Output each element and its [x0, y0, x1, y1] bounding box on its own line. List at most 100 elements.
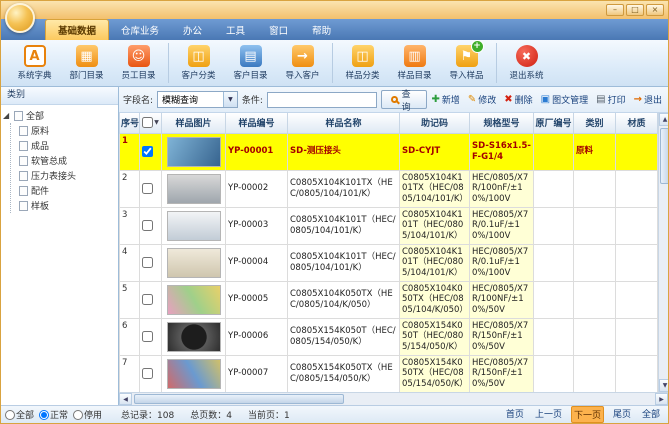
sample-image — [166, 210, 221, 241]
toolbar-button-import-sample[interactable]: 导入样品 — [441, 40, 492, 85]
field-name-label: 字段名: — [123, 96, 154, 106]
minimize-button[interactable]: – — [606, 4, 624, 16]
header-name[interactable]: 样品名称 — [287, 113, 400, 134]
page-prev-link[interactable]: 上一页 — [533, 406, 564, 423]
header-mnemonic[interactable]: 助记码 — [399, 113, 470, 134]
toolbar-separator — [496, 43, 497, 83]
tree-node-hose-assembly[interactable]: 软管总成 — [19, 153, 116, 168]
header-spec[interactable]: 规格型号 — [469, 113, 534, 134]
filter-all[interactable]: 全部 — [5, 408, 34, 421]
table-row[interactable]: 1 YP-00001 SD-测压接头 SD-CYJT SD-S16x1.5-F-… — [119, 132, 658, 171]
row-checkbox[interactable] — [142, 256, 153, 268]
tab-warehouse[interactable]: 仓库业务 — [109, 20, 171, 40]
vertical-scroll-thumb[interactable] — [660, 128, 668, 184]
scroll-left-icon[interactable]: ◀ — [119, 393, 132, 405]
tree-node-sample[interactable]: 样板 — [19, 198, 116, 213]
table-row[interactable]: 3 YP-00003 C0805X104K101T（HEC/0805/104/1… — [119, 206, 658, 245]
ribbon-toolbar: 系统字典 部门目录 员工目录 客户分类 客户目录 导入客户 样品分类 — [1, 40, 668, 87]
toolbar-button-import-customer[interactable]: 导入客户 — [277, 42, 328, 85]
tab-tools[interactable]: 工具 — [214, 20, 257, 40]
header-code[interactable]: 样品编号 — [225, 113, 288, 134]
table-row[interactable]: 7 YP-00007 C0805X154K050TX（HEC/0805/154/… — [119, 354, 658, 392]
edit-button[interactable]: ✎ 修改 — [468, 93, 496, 106]
header-image[interactable]: 样品图片 — [161, 113, 226, 134]
page-all-link[interactable]: 全部 — [640, 406, 662, 423]
sample-image — [166, 321, 221, 352]
toolbar-button-exit-system[interactable]: 退出系统 — [501, 42, 552, 85]
exit-button[interactable]: → 退出 — [634, 93, 662, 106]
tree-expander-icon[interactable]: ◢ — [3, 111, 11, 120]
table-row[interactable]: 6 YP-00006 C0805X154K050T（HEC/0805/154/0… — [119, 317, 658, 356]
chevron-down-icon[interactable]: ▼ — [222, 92, 237, 107]
search-button[interactable]: 查询 — [380, 90, 428, 113]
toolbar-button-customer-category[interactable]: 客户分类 — [173, 42, 224, 85]
tree-node-finished-goods[interactable]: 成品 — [19, 138, 116, 153]
current-page: 当前页：1 — [247, 411, 290, 421]
scroll-up-icon[interactable]: ▲ — [659, 113, 668, 126]
vertical-scrollbar[interactable]: ▲ ▼ — [658, 113, 668, 392]
horizontal-scroll-thumb[interactable] — [134, 394, 344, 404]
field-select-value: 模糊查询 — [162, 96, 199, 106]
node-icon — [19, 140, 28, 151]
toolbar-button-sample-directory[interactable]: 样品目录 — [389, 42, 440, 85]
delete-icon: ✖ — [504, 93, 513, 105]
add-button[interactable]: ✚ 新增 — [431, 93, 459, 106]
tree-node-root[interactable]: ◢ 全部 — [3, 108, 116, 123]
header-select-all[interactable]: ▼ — [139, 113, 162, 134]
page-last-link[interactable]: 尾页 — [611, 406, 633, 423]
header-category[interactable]: 类别 — [573, 113, 616, 134]
close-button[interactable]: × — [646, 4, 664, 16]
row-checkbox[interactable] — [142, 330, 153, 342]
system-dictionary-icon — [23, 45, 46, 67]
row-checkbox[interactable] — [142, 145, 153, 157]
node-icon — [19, 200, 28, 211]
tab-help[interactable]: 帮助 — [300, 20, 343, 40]
chevron-down-icon: ▼ — [154, 119, 159, 127]
row-checkbox[interactable] — [142, 293, 153, 305]
sample-directory-icon — [403, 45, 426, 67]
toolbar-separator — [332, 43, 333, 83]
toolbar-button-sample-category[interactable]: 样品分类 — [337, 42, 388, 85]
row-checkbox[interactable] — [142, 219, 153, 231]
table-row[interactable]: 5 YP-00005 C0805X104K050TX（HEC/0805/104/… — [119, 280, 658, 319]
tab-basic-data[interactable]: 基础数据 — [45, 19, 110, 40]
select-all-checkbox[interactable] — [142, 117, 154, 129]
filter-disabled[interactable]: 停用 — [73, 408, 102, 421]
header-material[interactable]: 材质 — [615, 113, 658, 134]
toolbar-button-system-dictionary[interactable]: 系统字典 — [9, 42, 60, 85]
filter-disabled-radio[interactable] — [73, 409, 84, 420]
filter-normal-radio[interactable] — [39, 409, 50, 420]
filter-all-radio[interactable] — [5, 409, 15, 420]
header-no[interactable]: 序号 — [119, 113, 140, 134]
tab-office[interactable]: 办公 — [171, 20, 214, 40]
table-row[interactable]: 2 YP-00002 C0805X104K101TX（HEC/0805/104/… — [119, 169, 658, 208]
maximize-button[interactable]: □ — [626, 4, 644, 16]
tree-node-raw-material[interactable]: 原料 — [19, 123, 116, 138]
print-button[interactable]: ▤ 打印 — [596, 93, 625, 106]
toolbar-button-employee-directory[interactable]: 员工目录 — [113, 42, 164, 85]
image-manage-button[interactable]: ▣ 图文管理 — [541, 93, 588, 106]
sample-table-area: 序号 ▼ 样品图片 样品编号 样品名称 助记码 规格型号 原厂编号 类别 材质 — [119, 113, 668, 392]
header-factory[interactable]: 原厂编号 — [533, 113, 574, 134]
horizontal-scrollbar[interactable]: ◀ ▶ — [119, 392, 668, 405]
app-orb-icon[interactable] — [5, 3, 35, 33]
toolbar-button-department-directory[interactable]: 部门目录 — [61, 42, 112, 85]
node-icon — [19, 125, 28, 136]
page-next-link[interactable]: 下一页 — [570, 406, 604, 423]
tree-node-gauge-fitting[interactable]: 压力表接头 — [19, 168, 116, 183]
tree-node-parts[interactable]: 配件 — [19, 183, 116, 198]
row-checkbox[interactable] — [142, 367, 153, 379]
tab-window[interactable]: 窗口 — [257, 20, 300, 40]
search-icon — [390, 96, 398, 103]
filter-normal[interactable]: 正常 — [39, 408, 68, 421]
delete-button[interactable]: ✖ 删除 — [504, 93, 532, 106]
page-first-link[interactable]: 首页 — [504, 406, 526, 423]
condition-input[interactable] — [266, 91, 377, 108]
scroll-down-icon[interactable]: ▼ — [659, 379, 668, 392]
status-bar: 全部 正常 停用 总记录：108 总页数：4 当前页：1 首页 上一页 下一页 … — [1, 405, 668, 423]
toolbar-button-customer-directory[interactable]: 客户目录 — [225, 42, 276, 85]
scroll-right-icon[interactable]: ▶ — [655, 393, 668, 405]
field-select[interactable]: 模糊查询 ▼ — [157, 91, 238, 108]
table-row[interactable]: 4 YP-00004 C0805X104K101T（HEC/0805/104/1… — [119, 243, 658, 282]
row-checkbox[interactable] — [142, 182, 153, 194]
